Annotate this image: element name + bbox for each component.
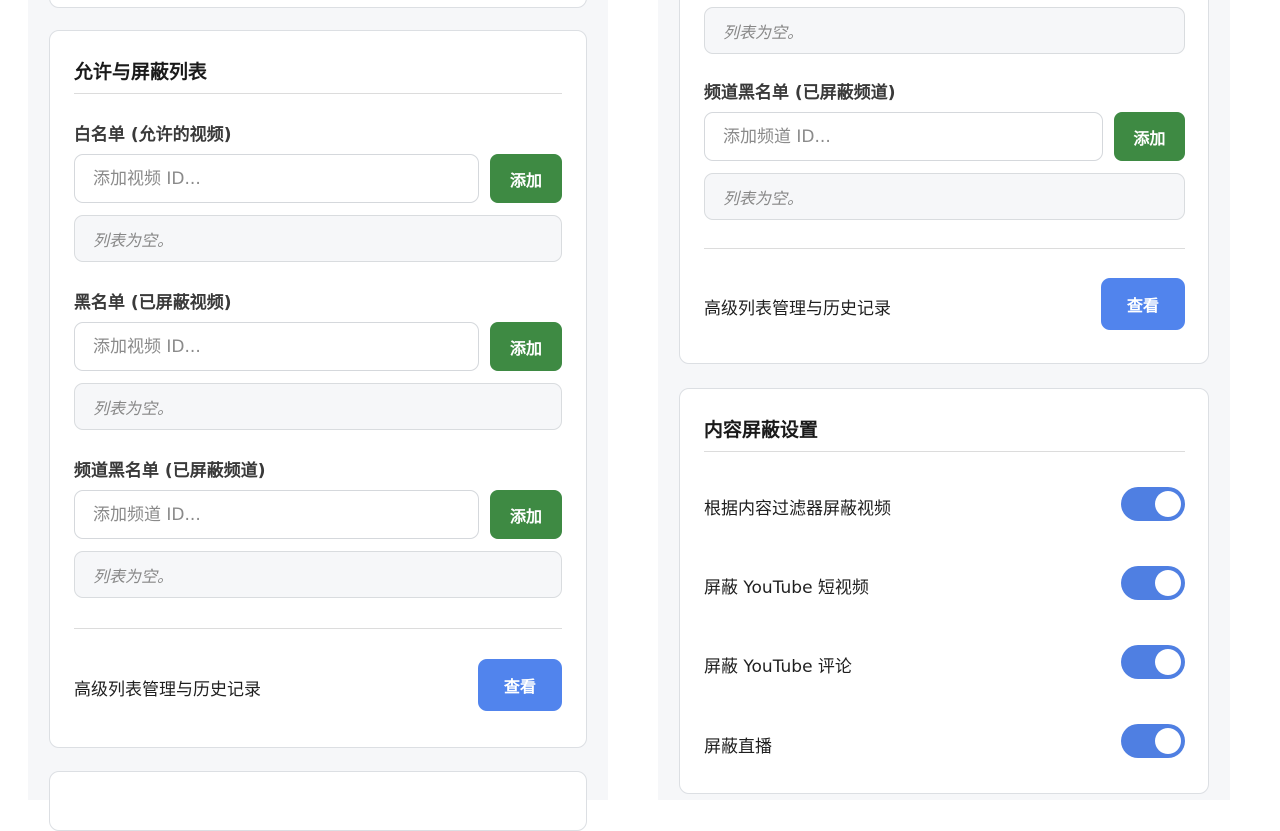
previous-card <box>49 0 587 8</box>
toggle-label-content-filter: 根据内容过滤器屏蔽视频 <box>704 499 891 519</box>
advanced-view-button[interactable]: 查看 <box>478 659 562 711</box>
channel-blacklist-add-button[interactable]: 添加 <box>490 490 562 539</box>
advanced-divider <box>704 248 1185 249</box>
settings-column-left: 允许与屏蔽列表 白名单 (允许的视频) 添加 列表为空。 黑名单 (已屏蔽视频)… <box>28 0 608 831</box>
channel-blacklist-empty-list: 列表为空。 <box>704 173 1185 220</box>
settings-column-right: 列表为空。 频道黑名单 (已屏蔽频道) 添加 列表为空。 高级列表管理与历史记录… <box>658 0 1230 800</box>
whitelist-empty-list: 列表为空。 <box>74 215 562 262</box>
title-divider <box>74 93 562 94</box>
blacklist-empty-list: 列表为空。 <box>74 383 562 430</box>
advanced-management-label: 高级列表管理与历史记录 <box>704 299 891 319</box>
whitelist-input[interactable] <box>74 154 479 203</box>
toggle-label-shorts: 屏蔽 YouTube 短视频 <box>704 578 869 598</box>
title-divider <box>704 451 1185 452</box>
advanced-management-label: 高级列表管理与历史记录 <box>74 680 261 700</box>
toggle-content-filter[interactable] <box>1121 487 1185 521</box>
toggle-shorts[interactable] <box>1121 566 1185 600</box>
blacklist-input[interactable] <box>74 322 479 371</box>
toggle-knob <box>1155 649 1181 675</box>
channel-blacklist-input[interactable] <box>704 112 1103 161</box>
toggle-livestreams[interactable] <box>1121 724 1185 758</box>
lists-card-right: 列表为空。 频道黑名单 (已屏蔽频道) 添加 列表为空。 高级列表管理与历史记录… <box>679 0 1209 364</box>
channel-blacklist-input[interactable] <box>74 490 479 539</box>
top-empty-list: 列表为空。 <box>704 7 1185 54</box>
channel-blacklist-label: 频道黑名单 (已屏蔽频道) <box>74 461 266 481</box>
channel-blacklist-label: 频道黑名单 (已屏蔽频道) <box>704 83 896 103</box>
advanced-view-button[interactable]: 查看 <box>1101 278 1185 330</box>
channel-blacklist-add-button[interactable]: 添加 <box>1114 112 1185 161</box>
advanced-divider <box>74 628 562 629</box>
whitelist-label: 白名单 (允许的视频) <box>74 125 232 145</box>
toggle-knob <box>1155 728 1181 754</box>
toggle-comments[interactable] <box>1121 645 1185 679</box>
whitelist-add-button[interactable]: 添加 <box>490 154 562 203</box>
next-card <box>49 771 587 831</box>
content-blocking-card: 内容屏蔽设置 根据内容过滤器屏蔽视频 屏蔽 YouTube 短视频 屏蔽 You… <box>679 388 1209 794</box>
toggle-label-comments: 屏蔽 YouTube 评论 <box>704 657 852 677</box>
toggle-label-livestreams: 屏蔽直播 <box>704 737 772 757</box>
card-title: 内容屏蔽设置 <box>704 419 819 441</box>
toggle-knob <box>1155 491 1181 517</box>
card-title: 允许与屏蔽列表 <box>74 61 208 83</box>
lists-card: 允许与屏蔽列表 白名单 (允许的视频) 添加 列表为空。 黑名单 (已屏蔽视频)… <box>49 30 587 748</box>
channel-blacklist-empty-list: 列表为空。 <box>74 551 562 598</box>
blacklist-add-button[interactable]: 添加 <box>490 322 562 371</box>
toggle-knob <box>1155 570 1181 596</box>
blacklist-label: 黑名单 (已屏蔽视频) <box>74 293 232 313</box>
